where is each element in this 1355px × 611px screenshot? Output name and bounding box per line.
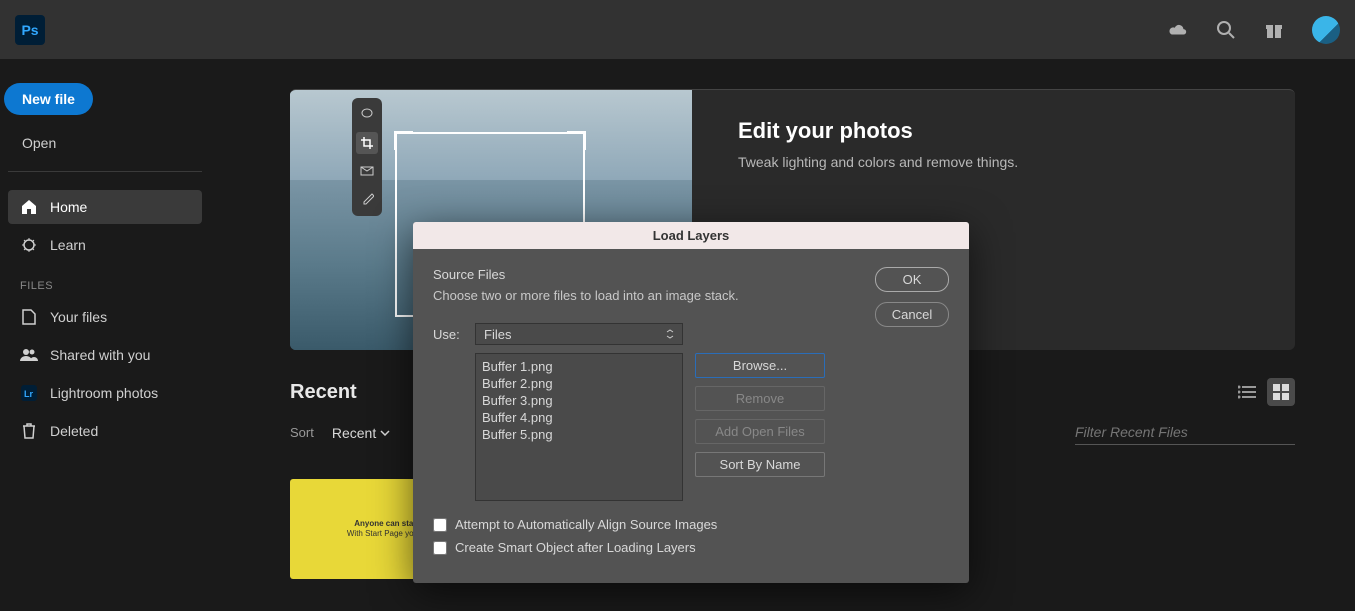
list-view-button[interactable] bbox=[1233, 378, 1261, 406]
checkbox-input[interactable] bbox=[433, 541, 447, 555]
gift-icon[interactable] bbox=[1264, 20, 1284, 40]
nav-lightroom[interactable]: Lr Lightroom photos bbox=[8, 376, 202, 410]
files-section-label: FILES bbox=[8, 266, 202, 300]
avatar[interactable] bbox=[1312, 16, 1340, 44]
nav-home[interactable]: Home bbox=[8, 190, 202, 224]
auto-align-checkbox[interactable]: Attempt to Automatically Align Source Im… bbox=[433, 517, 859, 532]
browse-button[interactable]: Browse... bbox=[695, 353, 825, 378]
svg-text:Lr: Lr bbox=[24, 389, 33, 399]
nav-shared[interactable]: Shared with you bbox=[8, 338, 202, 372]
hero-toolstrip bbox=[352, 98, 382, 216]
filter-input[interactable] bbox=[1075, 420, 1295, 445]
recent-heading: Recent bbox=[290, 381, 357, 404]
learn-icon bbox=[20, 236, 38, 254]
ok-button[interactable]: OK bbox=[875, 267, 949, 292]
smart-object-checkbox[interactable]: Create Smart Object after Loading Layers bbox=[433, 540, 859, 555]
topbar: Ps bbox=[0, 0, 1355, 59]
hero-subtitle: Tweak lighting and colors and remove thi… bbox=[738, 154, 1018, 170]
file-icon bbox=[20, 308, 38, 326]
eyedropper-icon bbox=[356, 188, 378, 210]
load-layers-dialog: Load Layers Source Files Choose two or m… bbox=[413, 222, 969, 583]
use-label: Use: bbox=[433, 327, 463, 342]
sidebar: New file Open Home Learn FILES Your file… bbox=[0, 59, 210, 611]
nav-label: Your files bbox=[50, 309, 107, 325]
list-item[interactable]: Buffer 2.png bbox=[482, 375, 676, 392]
home-icon bbox=[20, 198, 38, 216]
list-item[interactable]: Buffer 1.png bbox=[482, 358, 676, 375]
crop-icon bbox=[356, 132, 378, 154]
app-logo: Ps bbox=[15, 15, 45, 45]
use-select[interactable]: Files bbox=[475, 323, 683, 345]
nav-label: Learn bbox=[50, 237, 86, 253]
list-item[interactable]: Buffer 5.png bbox=[482, 426, 676, 443]
nav-label: Deleted bbox=[50, 423, 98, 439]
search-icon[interactable] bbox=[1216, 20, 1236, 40]
list-item[interactable]: Buffer 3.png bbox=[482, 392, 676, 409]
grid-view-button[interactable] bbox=[1267, 378, 1295, 406]
chevron-down-icon bbox=[380, 430, 390, 436]
cloud-icon[interactable] bbox=[1168, 20, 1188, 40]
open-button[interactable]: Open bbox=[8, 125, 68, 161]
add-open-files-button: Add Open Files bbox=[695, 419, 825, 444]
sort-select[interactable]: Recent bbox=[332, 425, 390, 441]
checkbox-input[interactable] bbox=[433, 518, 447, 532]
hero-title: Edit your photos bbox=[738, 118, 1018, 144]
select-arrows-icon bbox=[666, 329, 674, 339]
use-value: Files bbox=[484, 327, 511, 342]
cancel-button[interactable]: Cancel bbox=[875, 302, 949, 327]
nav-label: Home bbox=[50, 199, 87, 215]
envelope-icon bbox=[356, 160, 378, 182]
source-files-label: Source Files bbox=[433, 267, 859, 282]
divider bbox=[8, 171, 202, 172]
files-listbox[interactable]: Buffer 1.png Buffer 2.png Buffer 3.png B… bbox=[475, 353, 683, 501]
nav-deleted[interactable]: Deleted bbox=[8, 414, 202, 448]
lightroom-icon: Lr bbox=[20, 384, 38, 402]
remove-button: Remove bbox=[695, 386, 825, 411]
list-item[interactable]: Buffer 4.png bbox=[482, 409, 676, 426]
sort-value: Recent bbox=[332, 425, 376, 441]
checkbox-label: Create Smart Object after Loading Layers bbox=[455, 540, 696, 555]
dialog-title: Load Layers bbox=[413, 222, 969, 249]
new-file-button[interactable]: New file bbox=[4, 83, 93, 115]
trash-icon bbox=[20, 422, 38, 440]
nav-your-files[interactable]: Your files bbox=[8, 300, 202, 334]
shared-icon bbox=[20, 346, 38, 364]
sort-by-name-button[interactable]: Sort By Name bbox=[695, 452, 825, 477]
nav-label: Lightroom photos bbox=[50, 385, 158, 401]
nav-learn[interactable]: Learn bbox=[8, 228, 202, 262]
dialog-description: Choose two or more files to load into an… bbox=[433, 288, 859, 303]
checkbox-label: Attempt to Automatically Align Source Im… bbox=[455, 517, 717, 532]
nav-label: Shared with you bbox=[50, 347, 150, 363]
lasso-icon bbox=[356, 104, 378, 126]
sort-label: Sort bbox=[290, 425, 314, 440]
logo-text: Ps bbox=[21, 22, 38, 38]
